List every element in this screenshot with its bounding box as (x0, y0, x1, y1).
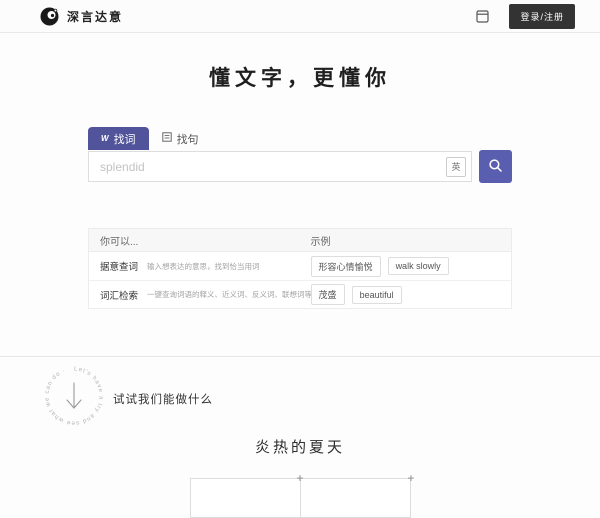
table-row: 词汇检索 一键查询词语的释义、近义词、反义词、联想词等 茂盛 beautiful (89, 280, 511, 308)
mode-tabs: W 找词 找句 (88, 127, 512, 150)
brand-logo-icon[interactable] (40, 7, 59, 26)
tab-find-word-label: 找词 (114, 131, 136, 147)
topbar-actions: 登录/注册 (476, 4, 575, 29)
search-input[interactable] (89, 160, 446, 174)
table-row: 据意查词 输入想表达的意思，找到恰当用词 形容心情愉悦 walk slowly (89, 252, 511, 280)
page-title: 懂文字，更懂你 (0, 62, 600, 92)
capabilities-table: 你可以... 示例 据意查词 输入想表达的意思，找到恰当用词 形容心情愉悦 wa… (88, 228, 512, 309)
example-chip[interactable]: beautiful (352, 286, 402, 304)
result-card[interactable] (300, 479, 410, 517)
login-register-button[interactable]: 登录/注册 (509, 4, 575, 29)
tab-find-sentence[interactable]: 找句 (149, 127, 212, 150)
search-row: 英 (88, 150, 512, 183)
capability-name: 词汇检索 (100, 288, 138, 302)
section-divider (0, 356, 600, 357)
find-word-icon: W (101, 135, 109, 143)
capabilities-header-row: 你可以... 示例 (89, 229, 511, 252)
example-chip[interactable]: 形容心情愉悦 (311, 256, 381, 277)
example-chip[interactable]: walk slowly (388, 257, 449, 275)
tab-find-sentence-label: 找句 (177, 131, 199, 147)
capability-description: 输入想表达的意思，找到恰当用词 (147, 261, 260, 272)
plus-corner-mark: + (407, 472, 414, 484)
search-panel: W 找词 找句 英 (88, 127, 512, 309)
search-button[interactable] (479, 150, 512, 183)
capability-description: 一键查询词语的释义、近义词、反义词、联想词等 (147, 289, 311, 300)
find-sentence-icon (162, 132, 172, 145)
brand-name: 深言达意 (67, 8, 123, 25)
example-query-title: 炎热的夏天 (0, 436, 600, 457)
window-icon[interactable] (476, 10, 489, 23)
column-header-you-can: 你可以... (89, 233, 311, 248)
circular-text-arrow-badge: Let's have a try and see what we can do … (42, 364, 106, 428)
plus-corner-mark: + (296, 472, 303, 484)
down-arrow-icon (67, 383, 81, 408)
search-box: 英 (88, 151, 472, 182)
example-chip[interactable]: 茂盛 (311, 284, 345, 305)
magnifier-icon (488, 158, 503, 176)
capability-name: 据意查词 (100, 259, 138, 273)
result-card[interactable] (191, 479, 300, 517)
top-bar: 深言达意 登录/注册 (0, 0, 600, 33)
tab-find-word[interactable]: W 找词 (88, 127, 149, 150)
column-header-examples: 示例 (311, 233, 511, 248)
language-toggle[interactable]: 英 (446, 157, 466, 177)
try-label: 试试我们能做什么 (113, 391, 213, 407)
